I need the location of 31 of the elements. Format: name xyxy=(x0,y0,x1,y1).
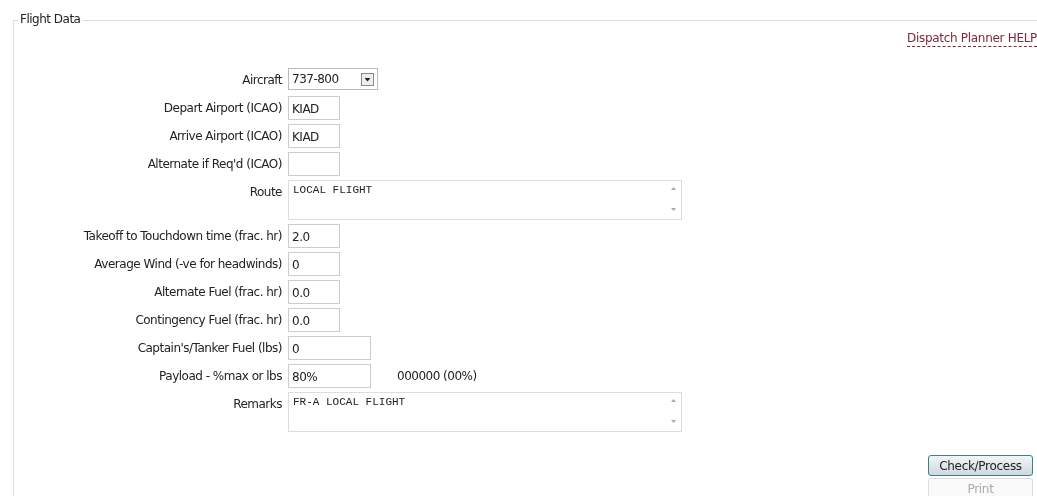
field-label: Takeoff to Touchdown time (frac. hr) xyxy=(82,228,282,245)
field-label: Arrive Airport (ICAO) xyxy=(168,128,282,145)
field-label: Remarks xyxy=(232,396,282,413)
caret-icon xyxy=(360,72,374,86)
input-field[interactable]: KIAD xyxy=(288,124,340,148)
field-label: Depart Airport (ICAO) xyxy=(162,100,282,117)
input-field[interactable]: 80% xyxy=(288,364,371,388)
panel-title: Flight Data xyxy=(18,12,83,26)
input-field[interactable]: 0.0 xyxy=(288,280,340,304)
help-link[interactable]: Dispatch Planner HELP xyxy=(907,31,1037,47)
text-area[interactable]: FR-A LOCAL FLIGHT xyxy=(288,392,682,432)
field-label: Route xyxy=(248,184,282,201)
field-label: Alternate Fuel (frac. hr) xyxy=(153,284,282,301)
aircraft-dropdown[interactable]: 737-800 xyxy=(288,68,378,90)
field-label: Payload - %max or lbs xyxy=(158,368,282,385)
field-label: Contingency Fuel (frac. hr) xyxy=(134,312,282,329)
field-label: Alternate if Req'd (ICAO) xyxy=(146,156,282,173)
field-label: Captain's/Tanker Fuel (lbs) xyxy=(136,340,282,357)
input-field[interactable]: 0 xyxy=(288,252,340,276)
input-field[interactable] xyxy=(288,152,340,176)
field-label: Aircraft xyxy=(241,72,282,89)
text-area[interactable]: LOCAL FLIGHT xyxy=(288,180,682,220)
input-field[interactable]: 0.0 xyxy=(288,308,340,332)
payload-reading: 000000 (00%) xyxy=(397,368,477,385)
action-button[interactable]: Check/Process xyxy=(928,455,1033,476)
input-field[interactable]: KIAD xyxy=(288,96,340,120)
input-field[interactable]: 2.0 xyxy=(288,224,340,248)
field-label: Average Wind (-ve for headwinds) xyxy=(93,256,282,273)
scrollbar-icon xyxy=(670,396,677,426)
input-field[interactable]: 0 xyxy=(288,336,371,360)
scrollbar-icon xyxy=(670,184,677,214)
